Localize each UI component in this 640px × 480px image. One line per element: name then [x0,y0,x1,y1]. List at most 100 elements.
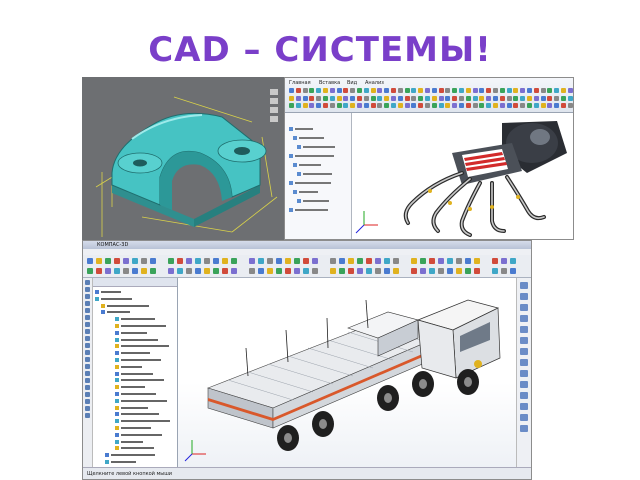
tree-node[interactable] [101,303,149,309]
toolbar-icon[interactable] [561,95,566,101]
toolbar-icon[interactable] [447,268,453,274]
toolbar-icon[interactable] [177,258,183,264]
toolbar-icon[interactable] [316,103,322,108]
toolbar-icon[interactable] [270,107,278,113]
toolbar-icon[interactable] [316,88,322,93]
panel-tool-icon[interactable] [520,348,528,355]
toolbar-icon[interactable] [249,258,255,264]
panel-tool-icon[interactable] [85,287,90,292]
toolbar-icon[interactable] [270,116,278,122]
toolbar-icon[interactable] [295,103,301,108]
toolbar-icon[interactable] [384,88,390,93]
toolbar-icon[interactable] [276,268,282,274]
tree-node[interactable] [293,163,321,167]
toolbar-icon[interactable] [323,88,328,93]
toolbar-icon[interactable] [431,95,437,101]
toolbar-icon[interactable] [96,258,102,264]
toolbar-icon[interactable] [132,268,138,274]
panel-tool-icon[interactable] [85,371,90,376]
toolbar-icon[interactable] [270,98,278,104]
toolbar-icon[interactable] [141,268,147,274]
toolbar-icon[interactable] [384,95,390,101]
toolbar-icon[interactable] [391,95,396,101]
toolbar-icon[interactable] [513,103,519,108]
toolbar-icon[interactable] [459,103,464,108]
toolbar-icon[interactable] [384,268,390,274]
ribbon-tab[interactable]: Вставка [319,80,340,86]
toolbar-icon[interactable] [397,103,403,108]
toolbar-icon[interactable] [418,88,424,93]
toolbar-icon[interactable] [363,95,369,101]
tree-node[interactable] [115,371,153,377]
panel-tool-icon[interactable] [85,385,90,390]
toolbar-icon[interactable] [418,103,424,108]
toolbar-icon[interactable] [150,258,156,264]
toolbar-icon[interactable] [302,88,308,93]
toolbar-icon[interactable] [429,268,435,274]
tree-node[interactable] [293,136,324,140]
toolbar-icon[interactable] [330,268,336,274]
toolbar-icon[interactable] [527,88,532,93]
panel-tool-icon[interactable] [85,301,90,306]
toolbar-icon[interactable] [554,103,560,108]
toolbar-icon[interactable] [540,88,546,93]
toolbar-icon[interactable] [309,95,315,101]
toolbar-icon[interactable] [513,88,519,93]
toolbar-icon[interactable] [168,268,174,274]
toolbar-icon[interactable] [506,95,512,101]
toolbar-icon[interactable] [96,268,102,274]
toolbar-icon[interactable] [438,103,444,108]
toolbar-icon[interactable] [375,258,381,264]
toolbar-icon[interactable] [479,103,485,108]
panel-tool-icon[interactable] [85,343,90,348]
tree-node[interactable] [297,145,335,149]
panel-tool-icon[interactable] [520,392,528,399]
toolbar-icon[interactable] [329,95,335,101]
tree-node[interactable] [115,344,169,349]
tree-node[interactable] [115,432,162,438]
toolbar-icon[interactable] [510,258,516,264]
toolbar-icon[interactable] [425,88,430,93]
panel-tool-icon[interactable] [520,326,528,333]
toolbar-icon[interactable] [377,95,383,101]
toolbar-icon[interactable] [456,268,462,274]
tree-node[interactable] [115,426,151,431]
panel-tool-icon[interactable] [85,364,90,369]
tree-node[interactable] [95,290,121,295]
tree-node[interactable] [115,351,150,356]
toolbar-icon[interactable] [204,258,210,264]
toolbar-icon[interactable] [350,103,356,108]
panel-tool-icon[interactable] [520,337,528,344]
toolbar-icon[interactable] [540,95,546,101]
toolbar-icon[interactable] [222,268,228,274]
toolbar-icon[interactable] [375,268,381,274]
toolbar-icon[interactable] [339,258,345,264]
toolbar-icon[interactable] [267,258,273,264]
toolbar-icon[interactable] [527,103,532,108]
toolbar-icon[interactable] [438,258,444,264]
panel-tool-icon[interactable] [520,282,528,289]
toolbar-icon[interactable] [285,258,291,264]
toolbar-icon[interactable] [366,258,372,264]
panel-tool-icon[interactable] [85,399,90,404]
tree-node[interactable] [115,405,148,411]
toolbar-icon[interactable] [384,103,390,108]
panel-tool-icon[interactable] [520,414,528,421]
toolbar-icon[interactable] [370,95,376,101]
toolbar-icon[interactable] [213,268,219,274]
toolbar-icon[interactable] [348,268,354,274]
toolbar-icon[interactable] [479,88,485,93]
toolbar-icon[interactable] [312,258,318,264]
toolbar-icon[interactable] [459,88,464,93]
toolbar-icon[interactable] [486,95,492,101]
toolbar-icon[interactable] [501,268,507,274]
toolbar-icon[interactable] [258,258,264,264]
toolbar-icon[interactable] [132,258,138,264]
tree-node[interactable] [115,398,167,404]
tree-node[interactable] [115,364,142,370]
toolbar-icon[interactable] [258,268,264,274]
panel-tool-icon[interactable] [520,370,528,377]
toolbar-icon[interactable] [150,268,156,274]
toolbar-icon[interactable] [506,103,512,108]
toolbar-icon[interactable] [459,95,464,101]
